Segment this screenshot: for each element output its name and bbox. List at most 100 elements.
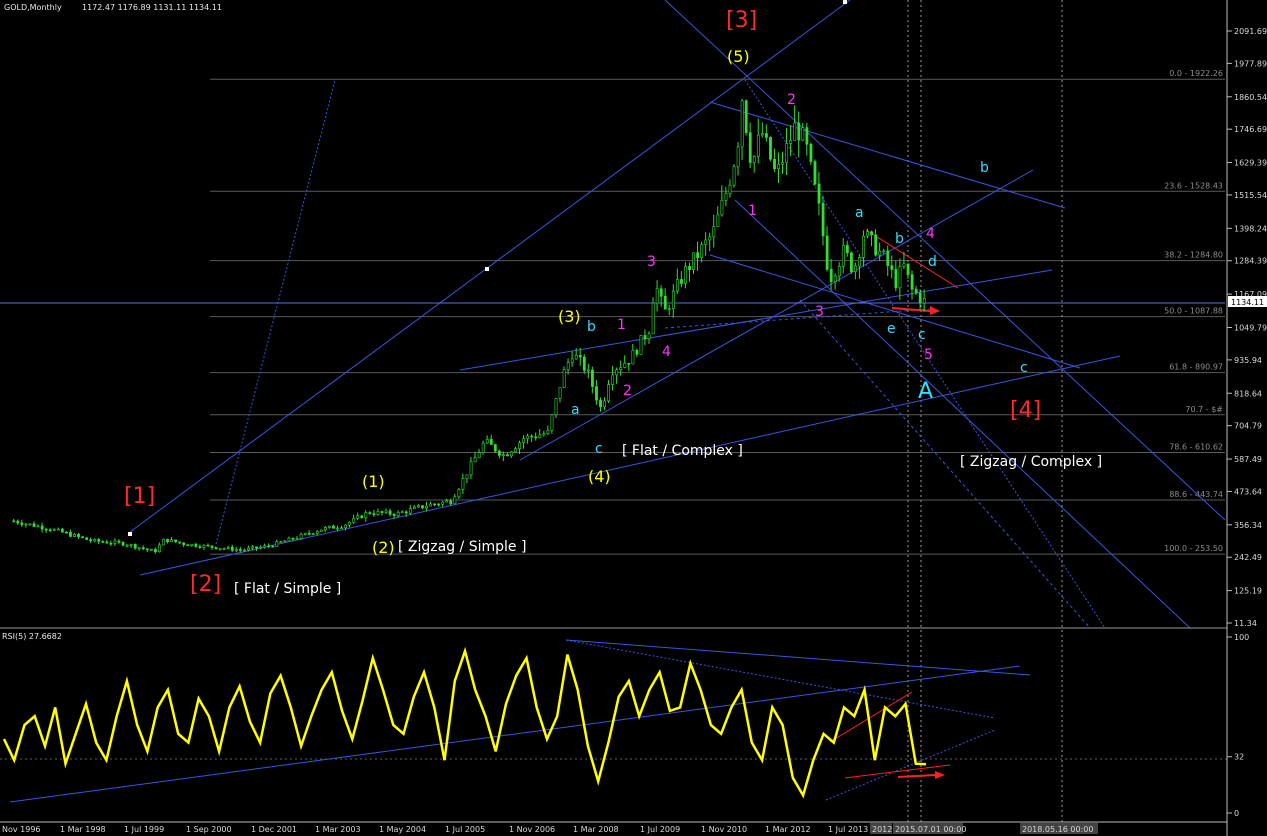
candle-body [129,544,133,546]
candle-body [291,537,295,540]
wave-label: a [571,402,580,418]
candle-body [627,362,631,365]
candle-body [226,546,230,549]
wave-label: [4] [1010,398,1041,423]
candle-body [279,541,283,543]
trendline-handle[interactable] [485,267,489,271]
wave-label: (5) [727,47,750,66]
candle-body [538,434,542,438]
candle-body [348,521,352,526]
candle-body [340,527,343,530]
candle-body [833,275,837,282]
time-tick-label: 1 Dec 2001 [251,825,297,834]
time-tick-label: 1 Sep 2000 [186,825,232,834]
candle-body [603,400,606,408]
candle-body [910,274,914,290]
candle-body [894,269,898,289]
candle-body [259,546,263,549]
wave-label: b [587,319,596,335]
wave-label: [ Flat / Complex ] [622,443,743,459]
trendline-handle[interactable] [843,0,847,4]
candle-body [473,457,477,463]
time-tick-label: 1 Nov 2006 [509,825,555,834]
price-tick-label: 1515.54 [1234,191,1267,200]
candle-body [154,549,157,553]
candle-body [421,505,424,509]
candle-body [449,500,453,505]
candle-body [105,541,109,544]
candle-body [145,548,149,551]
candle-body [48,529,52,532]
candle-body [323,527,327,531]
candle-body [425,505,428,509]
candle-body [607,384,611,402]
wave-label: [2] [190,572,221,597]
candle-body [902,263,906,267]
candle-body [566,362,570,370]
candle-body [303,532,307,535]
candle-body [651,302,655,335]
candle-body [756,134,760,157]
candle-body [97,539,101,542]
candle-body [384,510,388,513]
candle-body [182,542,186,546]
candle-body [360,515,364,519]
candle-body [922,297,926,304]
time-tick-label: 2015.07.01 00:00 [895,825,966,834]
wave-label: (4) [588,467,611,486]
candle-body [319,529,323,532]
candle-body [396,512,400,516]
wave-label: (3) [558,307,581,326]
trendline-handle[interactable] [128,532,132,536]
candle-body [591,369,594,387]
candle-body [137,547,141,549]
candle-body [712,226,716,238]
fib-level-label: 88.6 - 443.74 [1169,490,1223,499]
candle-body [837,266,841,277]
candle-body [56,528,60,531]
wave-label: [ Zigzag / Simple ] [398,539,526,555]
time-tick-label: 1 Mar 2012 [765,825,811,834]
candle-body [692,252,696,270]
candle-body [376,511,380,515]
price-tick-label: 1746.69 [1234,125,1267,134]
candle-body [502,454,505,456]
candle-body [417,505,420,508]
wave-label: A [918,379,933,404]
price-tick-label: 818.64 [1234,389,1262,398]
candle-body [586,369,590,372]
candle-body [32,523,36,527]
price-tick-label: 1284.39 [1234,257,1267,266]
price-tick-label: 587.49 [1234,455,1262,464]
candle-body [882,250,886,253]
candle-body [858,257,861,267]
trading-chart[interactable]: 0.0 - 1922.26 23.6 - 1528.43 38.2 - 1284.8… [0,0,1267,836]
candle-body [344,524,348,529]
candle-body [275,541,279,547]
candle-body [65,531,68,534]
candle-body [481,442,485,454]
wave-label: 2 [787,92,796,108]
candle-body [659,288,663,297]
candle-body [805,127,809,145]
candle-body [890,265,894,270]
candle-body [696,252,700,258]
candle-body [166,538,169,543]
candle-body [914,288,918,294]
candle-body [724,193,728,201]
fib-level-label: 100.0 - 253.50 [1164,544,1223,553]
candle-body [720,199,724,216]
price-tick-label: 473.64 [1234,487,1262,496]
candle-body [214,547,218,550]
candle-body [550,414,554,431]
candle-body [400,511,404,514]
wave-label: 5 [924,347,933,363]
candle-body [73,534,76,537]
candle-body [336,527,339,530]
time-tick-label: 2012 [872,825,892,834]
candle-body [655,288,659,304]
candle-body [773,158,776,170]
price-tick-label: 1629.39 [1234,159,1267,168]
candle-body [700,244,704,258]
current-price-label: 1134.11 [1231,298,1264,307]
